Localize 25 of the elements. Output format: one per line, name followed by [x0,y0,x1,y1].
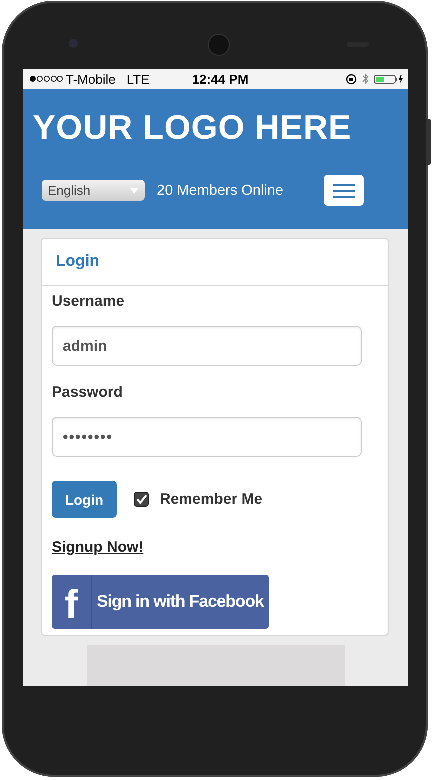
password-field[interactable]: •••••••• [52,417,362,457]
remember-me-label: Remember Me [160,491,263,508]
menu-button[interactable] [324,175,364,206]
dropdown-arrow-icon [130,188,139,194]
rotation-lock-icon [346,74,357,84]
card-title: Login [56,253,100,271]
bluetooth-icon [362,73,369,85]
menu-icon [333,184,355,198]
camera-lens [69,39,78,48]
members-online-text: 20 Members Online [157,182,284,198]
network-type: LTE [126,72,150,86]
carrier-name: T-Mobile [66,72,116,86]
facebook-signin-button[interactable]: f Sign in with Facebook [52,575,269,629]
text-field[interactable]: admin [52,326,362,366]
logo-text: YOUR LOGO HERE [33,108,353,149]
login-button[interactable]: Login [52,481,117,518]
clock-time: 12:44 PM [192,72,249,86]
speaker-grille [208,34,230,56]
battery-charging-icon [374,74,404,84]
checkbox[interactable] [134,492,149,507]
field-label: Username [52,293,125,311]
signup-link[interactable]: Signup Now! [52,539,144,556]
language-select[interactable]: English [42,180,145,201]
signal-icon [29,75,63,83]
field-label: Password [52,384,123,402]
